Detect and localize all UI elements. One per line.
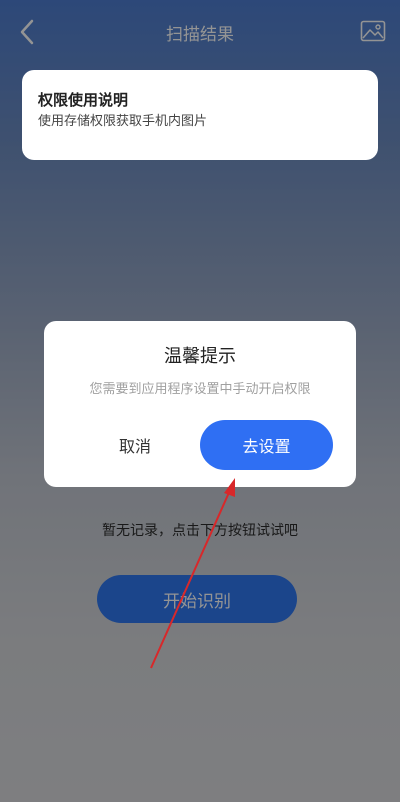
permission-dialog: 温馨提示 您需要到应用程序设置中手动开启权限 取消 去设置 (44, 321, 356, 487)
permission-description: 使用存储权限获取手机内图片 (38, 114, 208, 129)
go-to-settings-button[interactable]: 去设置 (200, 420, 333, 470)
cancel-button[interactable]: 取消 (80, 421, 190, 469)
permission-banner: 权限使用说明 使用存储权限获取手机内图片 (22, 70, 378, 160)
permission-title: 权限使用说明 (38, 91, 129, 109)
dialog-message: 您需要到应用程序设置中手动开启权限 (89, 382, 311, 397)
dialog-title: 温馨提示 (164, 346, 236, 367)
